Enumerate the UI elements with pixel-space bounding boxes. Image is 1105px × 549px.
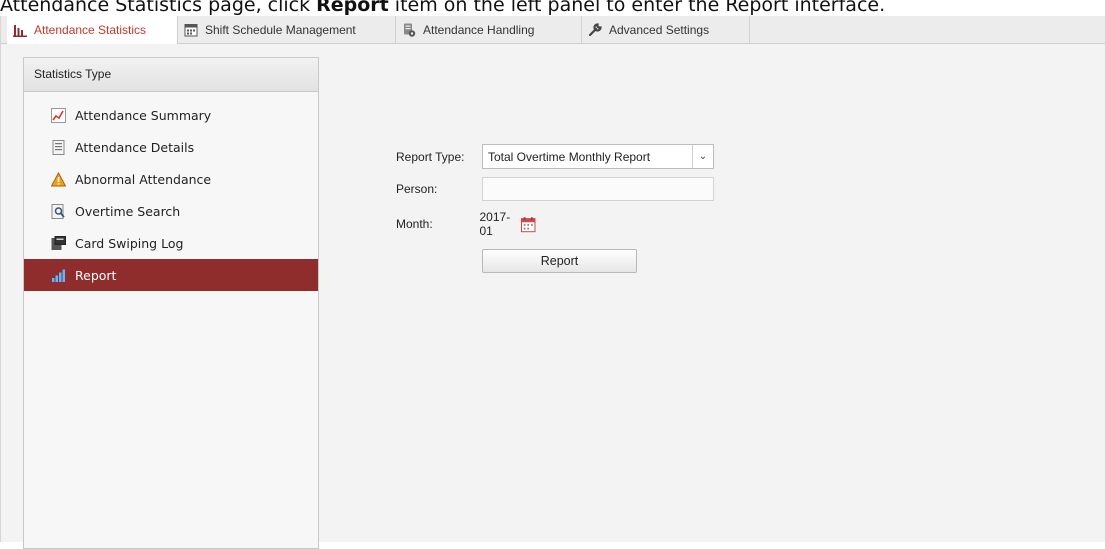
nav-item-report[interactable]: Report [24, 259, 318, 291]
nav-item-label: Attendance Details [75, 139, 195, 155]
nav-item-attendance-summary[interactable]: Attendance Summary [24, 99, 318, 131]
wrench-icon [588, 22, 602, 36]
report-type-select[interactable]: Total Overtime Monthly Report ⌄ [482, 144, 714, 169]
calendar-picker-icon[interactable] [521, 216, 536, 233]
tab-advanced-settings[interactable]: Advanced Settings [582, 16, 750, 43]
report-type-label: Report Type: [396, 149, 465, 164]
nav-item-label: Overtime Search [75, 203, 181, 219]
tab-attendance-statistics[interactable]: Attendance Statistics [7, 16, 178, 44]
search-document-icon [51, 203, 65, 219]
bar-chart-icon [13, 25, 27, 37]
panel-header: Statistics Type [24, 58, 318, 92]
document-gear-icon [404, 23, 416, 37]
person-row: Person: [396, 177, 714, 201]
nav-item-label: Attendance Summary [75, 107, 212, 123]
tab-label: Attendance Statistics [34, 23, 147, 37]
month-value: 2017-01 [479, 210, 511, 238]
person-input[interactable] [482, 177, 714, 201]
report-type-value: Total Overtime Monthly Report [488, 149, 651, 164]
summary-chart-icon [51, 107, 66, 123]
nav-item-label: Abnormal Attendance [75, 171, 212, 187]
caption-text-2: item on the left panel to enter the Repo… [388, 0, 886, 16]
statistics-type-panel: Statistics Type Attendance Summary Atten… [23, 57, 319, 549]
app-window: Attendance Statistics Shift Schedule Man… [0, 16, 1105, 549]
card-log-icon [51, 235, 66, 250]
nav-item-card-swiping-log[interactable]: Card Swiping Log [24, 227, 318, 259]
details-document-icon [52, 139, 65, 155]
nav-item-attendance-details[interactable]: Attendance Details [24, 131, 318, 163]
person-label: Person: [396, 182, 438, 196]
statistics-type-list: Attendance Summary Attendance Details Ab… [24, 99, 318, 291]
month-row: Month: 2017-01 [396, 210, 536, 238]
nav-item-overtime-search[interactable]: Overtime Search [24, 195, 318, 227]
nav-item-abnormal-attendance[interactable]: Abnormal Attendance [24, 163, 318, 195]
tab-label: Shift Schedule Management [205, 22, 356, 37]
report-bars-icon [52, 269, 65, 282]
month-picker[interactable]: 2017-01 [475, 210, 536, 238]
warning-person-icon [51, 171, 66, 186]
calendar-icon [184, 23, 198, 36]
report-type-row: Report Type: Total Overtime Monthly Repo… [396, 144, 714, 169]
caption-text-1: Attendance Statistics page, click [0, 0, 317, 16]
tab-bar: Attendance Statistics Shift Schedule Man… [1, 16, 1105, 44]
report-button[interactable]: Report [482, 249, 637, 273]
month-label: Month: [396, 217, 433, 231]
tab-shift-schedule-management[interactable]: Shift Schedule Management [178, 16, 396, 43]
caption-bold-report: Report [316, 0, 389, 16]
tab-label: Advanced Settings [609, 22, 710, 37]
tab-attendance-handling[interactable]: Attendance Handling [396, 16, 582, 43]
nav-item-label: Report [75, 267, 117, 283]
tab-label: Attendance Handling [423, 22, 535, 37]
chevron-down-icon[interactable]: ⌄ [692, 145, 713, 168]
nav-item-label: Card Swiping Log [75, 235, 184, 251]
